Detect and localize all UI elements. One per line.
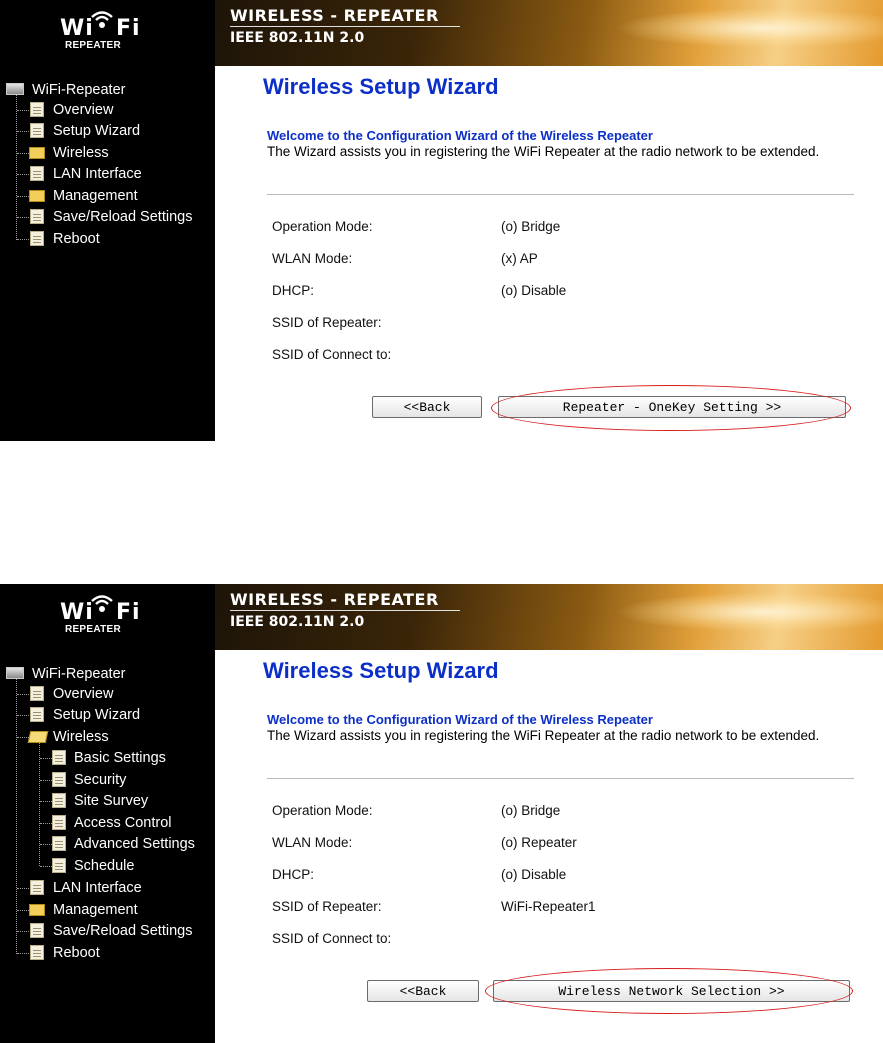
screenshot-panel-1: Wi Fi REPEATER WiFi-Repeater Overview Se… [0,0,883,441]
field-label-dhcp: DHCP: [272,283,315,298]
document-icon [30,945,44,960]
sidebar: Wi Fi REPEATER WiFi-Repeater Overview Se… [0,584,215,1043]
page-title: Wireless Setup Wizard [263,658,499,683]
logo-subtitle: REPEATER [64,40,122,51]
field-label-ssid-repeater: SSID of Repeater: [272,315,382,330]
field-label-ssid-repeater: SSID of Repeater: [272,899,382,914]
document-icon [30,166,44,181]
document-icon [52,772,66,787]
field-label-wlan-mode: WLAN Mode: [272,835,353,850]
field-value-dhcp: (o) Disable [501,283,567,298]
field-value-dhcp: (o) Disable [501,867,567,882]
document-icon [52,836,66,851]
sidebar: Wi Fi REPEATER WiFi-Repeater Overview Se… [0,0,215,441]
header-title: WIRELESS - REPEATER [230,590,439,609]
document-icon [52,793,66,808]
main-content: Wireless Setup Wizard Welcome to the Con… [215,66,883,441]
document-icon [30,686,44,701]
network-icon [6,667,24,679]
main-content: Wireless Setup Wizard Welcome to the Con… [215,650,883,1043]
document-icon [30,209,44,224]
header-subtitle: IEEE 802.11N 2.0 [230,30,365,46]
logo: Wi Fi REPEATER [0,0,215,70]
wifi-signal-icon [91,11,113,28]
field-label-ssid-connect: SSID of Connect to: [272,347,392,362]
folder-icon [29,190,45,202]
logo-wi: Wi [60,16,94,41]
welcome-heading: Welcome to the Configuration Wizard of t… [267,712,653,727]
screenshot-panel-2: Wi Fi REPEATER WiFi-Repeater Overview Se… [0,584,883,1043]
field-label-dhcp: DHCP: [272,867,315,882]
field-label-ssid-connect: SSID of Connect to: [272,931,392,946]
logo-fi: Fi [116,16,141,41]
document-icon [52,858,66,873]
logo-wi: Wi [60,600,94,625]
field-value-operation-mode: (o) Bridge [501,803,561,818]
logo-subtitle: REPEATER [64,624,122,635]
page-title: Wireless Setup Wizard [263,74,499,99]
document-icon [30,231,44,246]
wizard-description: The Wizard assists you in registering th… [267,728,820,743]
header-title: WIRELESS - REPEATER [230,6,439,25]
field-value-ssid-repeater: WiFi-Repeater1 [501,899,596,914]
document-icon [30,707,44,722]
back-button[interactable]: <<Back [372,396,482,418]
document-icon [30,923,44,938]
field-label-operation-mode: Operation Mode: [272,219,373,234]
field-label-wlan-mode: WLAN Mode: [272,251,353,266]
logo-fi: Fi [116,600,141,625]
field-value-operation-mode: (o) Bridge [501,219,561,234]
field-value-wlan-mode: (o) Repeater [501,835,577,850]
welcome-heading: Welcome to the Configuration Wizard of t… [267,128,653,143]
header-subtitle: IEEE 802.11N 2.0 [230,614,365,630]
header-banner: WIRELESS - REPEATER IEEE 802.11N 2.0 [215,0,883,66]
document-icon [52,815,66,830]
field-label-operation-mode: Operation Mode: [272,803,373,818]
wifi-signal-icon [91,595,113,612]
divider [267,778,854,779]
divider [267,194,854,195]
wizard-description: The Wizard assists you in registering th… [267,144,820,159]
header-banner: WIRELESS - REPEATER IEEE 802.11N 2.0 [215,584,883,650]
document-icon [30,123,44,138]
field-value-wlan-mode: (x) AP [501,251,538,266]
logo: Wi Fi REPEATER [0,584,215,654]
red-highlight-ellipse [485,968,853,1014]
back-button[interactable]: <<Back [367,980,479,1002]
network-icon [6,83,24,95]
folder-icon [29,147,45,159]
folder-open-icon [27,731,49,743]
folder-icon [29,904,45,916]
document-icon [30,102,44,117]
document-icon [52,750,66,765]
document-icon [30,880,44,895]
red-highlight-ellipse [491,385,851,431]
